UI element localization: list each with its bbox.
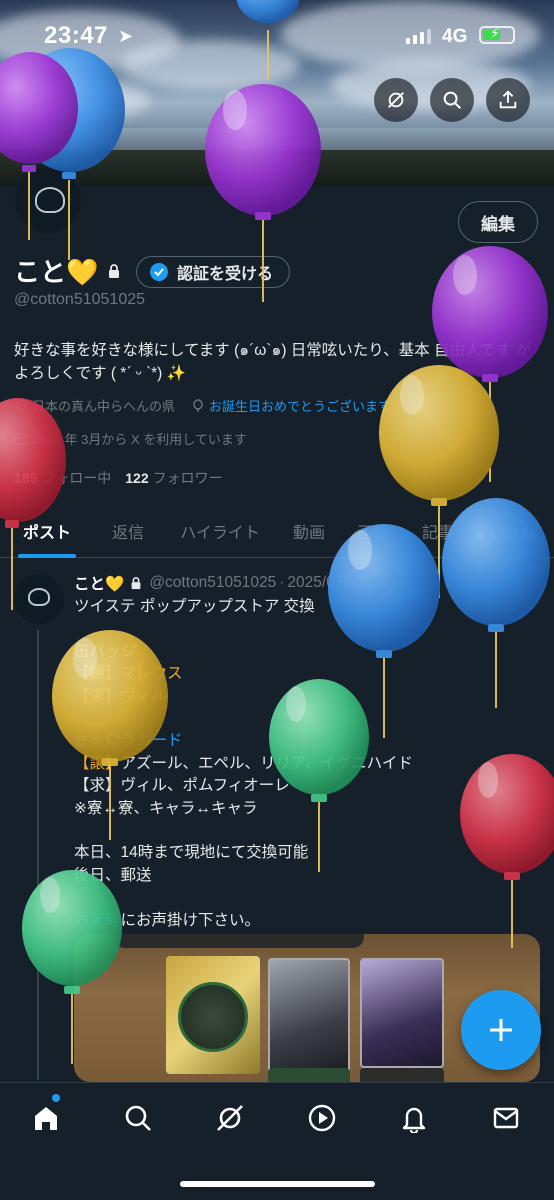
post-line: アズール、エペル、リリア、イグニハイド bbox=[120, 754, 413, 772]
plus-icon bbox=[490, 1019, 512, 1041]
tab-highlights[interactable]: ハイライト bbox=[162, 504, 278, 558]
follow-stats: 185 フォロー中 122 フォロワー bbox=[14, 468, 223, 488]
post-line-tag: 【譲】 bbox=[74, 665, 121, 683]
nav-search[interactable] bbox=[121, 1101, 155, 1135]
search-icon bbox=[125, 1105, 151, 1131]
profile-meta: 日本の真ん中らへんの県 お誕生日おめでとうございます bbox=[14, 396, 391, 415]
post-handle: @cotton51051025 bbox=[149, 574, 277, 591]
grok-icon bbox=[217, 1105, 243, 1131]
status-time: 23:47 bbox=[44, 22, 108, 49]
post-author[interactable]: こと💛 bbox=[74, 572, 124, 594]
profile-tabs: ポスト 返信 ハイライト 動画 画像 記事 いいね bbox=[0, 504, 554, 558]
followers-count: 122 bbox=[125, 470, 149, 486]
compose-post-button[interactable] bbox=[461, 990, 541, 1070]
post-separator: · bbox=[279, 574, 285, 591]
post-line-tag: 【譲】 bbox=[74, 754, 121, 772]
post-date: 2025/07/07 bbox=[287, 574, 365, 591]
lock-icon bbox=[109, 263, 120, 278]
share-button[interactable] bbox=[486, 78, 530, 122]
post-line: 【求】ヴィル、ポムフィオーレ bbox=[74, 777, 290, 795]
tab-posts[interactable]: ポスト bbox=[0, 504, 94, 558]
signal-icon bbox=[406, 28, 431, 44]
profile-name-row: こと💛 bbox=[14, 252, 122, 289]
search-button[interactable] bbox=[430, 78, 474, 122]
grok-button[interactable] bbox=[374, 78, 418, 122]
video-icon bbox=[308, 1104, 336, 1132]
post-header: こと💛 @cotton51051025 · 2025/07/07 bbox=[74, 572, 365, 594]
search-icon bbox=[443, 91, 461, 109]
post-line: ツイステ ポップアップストア 交換 bbox=[74, 598, 315, 615]
home-notification-dot bbox=[52, 1094, 60, 1102]
get-verified-label: 認証を受ける bbox=[177, 266, 274, 283]
post-avatar[interactable] bbox=[14, 574, 64, 624]
network-type: 4G bbox=[442, 26, 468, 47]
get-verified-button[interactable]: 認証を受ける bbox=[136, 256, 291, 288]
post-line: ※寮↔寮、キャラ↔キャラ bbox=[74, 799, 258, 817]
tab-articles[interactable]: 記事 bbox=[406, 504, 470, 558]
post-line: 缶バッジ bbox=[74, 642, 137, 660]
profile-location: 日本の真ん中らへんの県 bbox=[32, 399, 176, 414]
post-line-tag: 【求】 bbox=[74, 687, 121, 705]
post-line: マレウス bbox=[120, 665, 183, 683]
profile-handle: @cotton51051025 bbox=[14, 291, 146, 308]
messages-icon bbox=[493, 1107, 519, 1129]
following-link[interactable]: 185 フォロー中 bbox=[14, 468, 111, 488]
following-label: フォロー中 bbox=[41, 470, 112, 486]
joined-date: 2020 年 3月から X を利用しています bbox=[32, 432, 247, 447]
tab-likes[interactable]: いいね bbox=[470, 504, 554, 558]
profile-avatar[interactable] bbox=[12, 164, 84, 236]
post-line: オーロラカード bbox=[74, 732, 183, 750]
post-line: ヴィル bbox=[120, 687, 168, 705]
tab-videos[interactable]: 動画 bbox=[278, 504, 340, 558]
nav-grok[interactable] bbox=[213, 1101, 247, 1135]
post-line: お気軽 bbox=[74, 911, 121, 929]
post-line: 後日、郵送 bbox=[74, 866, 152, 884]
post-line: にお声掛け下さい。 bbox=[120, 911, 261, 929]
lock-icon bbox=[131, 577, 141, 590]
profile-bio: 好きな事を好きな様にしてます (๑´ω`๑) 日常呟いたり、基本 自由人です が… bbox=[14, 342, 532, 382]
following-count: 185 bbox=[14, 470, 38, 486]
notifications-icon bbox=[402, 1107, 426, 1133]
thread-line bbox=[37, 630, 39, 1080]
nav-video[interactable] bbox=[305, 1101, 339, 1135]
status-bar: 23:47 ➤ 4G ⚡ bbox=[0, 22, 554, 52]
balloon-icon bbox=[193, 398, 203, 412]
nav-home[interactable] bbox=[29, 1101, 63, 1135]
battery-icon: ⚡ bbox=[479, 25, 515, 44]
tab-replies[interactable]: 返信 bbox=[94, 504, 162, 558]
tab-media[interactable]: 画像 bbox=[340, 504, 406, 558]
edit-profile-button[interactable]: 編集 bbox=[458, 201, 538, 243]
verified-badge-icon bbox=[150, 263, 168, 281]
location-arrow-icon: ➤ bbox=[118, 26, 134, 46]
profile-joined: 2020 年 3月から X を利用しています bbox=[14, 429, 247, 448]
grok-icon bbox=[388, 92, 404, 108]
location-icon bbox=[15, 398, 27, 413]
post-text: ツイステ ポップアップストア 交換 缶バッジ 【譲】マレウス 【求】ヴィル オー… bbox=[74, 596, 534, 932]
followers-link[interactable]: 122 フォロワー bbox=[125, 468, 222, 488]
calendar-icon bbox=[14, 433, 28, 445]
nav-messages[interactable] bbox=[489, 1101, 523, 1135]
post-line: 本日、14時まで現地にて交換可能 bbox=[74, 844, 309, 862]
home-icon bbox=[35, 1107, 57, 1130]
followers-label: フォロワー bbox=[152, 470, 223, 486]
display-name: こと💛 bbox=[14, 257, 99, 287]
birthday-text: お誕生日おめでとうございます bbox=[209, 399, 392, 414]
nav-notifications[interactable] bbox=[397, 1101, 431, 1135]
home-indicator[interactable] bbox=[180, 1181, 375, 1187]
share-icon bbox=[499, 90, 517, 109]
